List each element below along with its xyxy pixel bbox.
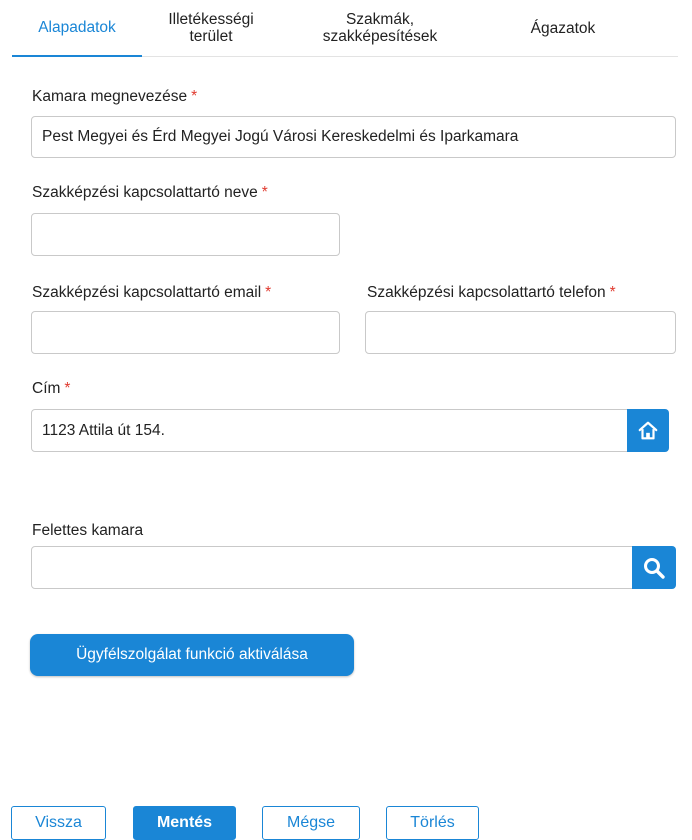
tab-label-line2: szakképesítések	[322, 28, 438, 45]
parent-chamber-field[interactable]	[31, 546, 634, 589]
tab-szakmak[interactable]: Szakmák, szakképesítések	[290, 0, 470, 56]
required-mark: *	[265, 284, 272, 301]
activate-customer-service-button[interactable]: Ügyfélszolgálat funkció aktiválása	[30, 634, 354, 676]
delete-button[interactable]: Törlés	[386, 806, 479, 840]
address-field[interactable]: 1123 Attila út 154.	[31, 409, 629, 452]
save-button[interactable]: Mentés	[133, 806, 236, 840]
contact-phone-label: Szakképzési kapcsolattartó telefon *	[367, 284, 616, 301]
address-value: 1123 Attila út 154.	[42, 421, 165, 439]
required-mark: *	[191, 88, 198, 105]
tab-bar: Alapadatok Illetékességi terület Szakmák…	[12, 0, 678, 57]
chamber-name-label: Kamara megnevezése *	[32, 88, 198, 105]
back-button[interactable]: Vissza	[11, 806, 106, 840]
contact-email-field[interactable]	[31, 311, 340, 354]
required-mark: *	[64, 380, 71, 397]
cancel-button[interactable]: Mégse	[262, 806, 360, 840]
contact-name-label: Szakképzési kapcsolattartó neve *	[32, 184, 268, 201]
address-label: Cím *	[32, 380, 71, 397]
address-lookup-button[interactable]	[627, 409, 669, 452]
parent-chamber-label: Felettes kamara	[32, 522, 144, 539]
tab-label: Alapadatok	[38, 19, 116, 36]
required-mark: *	[609, 284, 616, 301]
required-mark: *	[261, 184, 268, 201]
tab-label-line2: terület	[189, 28, 233, 45]
tab-alapadatok[interactable]: Alapadatok	[12, 0, 142, 57]
tab-illetekessegi-terulet[interactable]: Illetékességi terület	[142, 0, 280, 56]
tab-label-line1: Szakmák,	[345, 11, 415, 28]
tab-agazatok[interactable]: Ágazatok	[494, 0, 632, 56]
chamber-name-field[interactable]: Pest Megyei és Érd Megyei Jogú Városi Ke…	[31, 116, 676, 158]
contact-email-label: Szakképzési kapcsolattartó email *	[32, 284, 272, 301]
chamber-name-value: Pest Megyei és Érd Megyei Jogú Városi Ke…	[42, 128, 519, 145]
home-icon	[638, 421, 658, 439]
contact-name-field[interactable]	[31, 213, 340, 256]
tab-label: Ágazatok	[530, 19, 596, 37]
contact-phone-field[interactable]	[365, 311, 676, 354]
tab-label-line1: Illetékességi	[168, 11, 254, 28]
parent-chamber-search-button[interactable]	[632, 546, 676, 589]
activate-button-label: Ügyfélszolgálat funkció aktiválása	[76, 646, 308, 663]
search-icon	[644, 557, 665, 579]
